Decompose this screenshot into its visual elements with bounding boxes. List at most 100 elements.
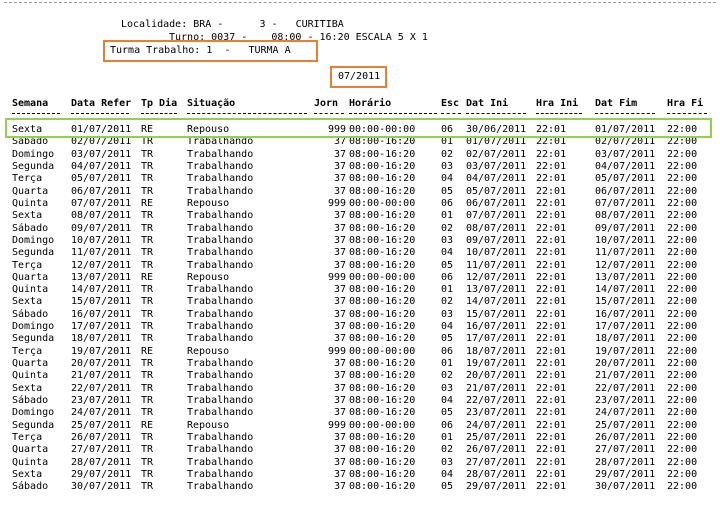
cell-hra-ini: 22:01 [536,160,567,172]
cell-semana: Sexta [12,296,43,308]
cell-hra-fim: 22:00 [667,296,698,308]
header-rule [536,113,582,114]
table-row[interactable]: Segunda 04/07/2011 TR Trabalhando 37 08:00-16… [0,161,720,172]
table-row[interactable]: Quinta 14/07/2011 TR Trabalhando 37 08:00-16:… [0,284,720,295]
cell-data-refer: 21/07/2011 [71,370,132,382]
cell-semana: Domingo [12,321,55,333]
cell-dat-fim: 15/07/2011 [595,296,656,308]
cell-tp-dia: TR [141,308,154,320]
cell-hra-fim: 22:00 [667,173,698,185]
cell-dat-fim: 07/07/2011 [595,197,656,209]
table-row[interactable]: Sábado 09/07/2011 TR Trabalhando 37 08:00-16:… [0,223,720,234]
cell-dat-fim: 28/07/2011 [595,456,656,468]
cell-tp-dia: TR [141,382,154,394]
cell-semana: Terça [12,173,43,185]
table-row[interactable]: Sexta 22/07/2011 TR Trabalhando 37 08:00-16:2… [0,383,720,394]
cell-data-refer: 25/07/2011 [71,419,132,431]
cell-situacao: Trabalhando [187,185,254,197]
table-row[interactable]: Segunda 18/07/2011 TR Trabalhando 37 08:00-16… [0,333,720,344]
cell-jorn: 37 [333,308,346,320]
cell-data-refer: 20/07/2011 [71,358,132,370]
cell-hra-fim: 22:00 [667,358,698,370]
cell-hra-ini: 22:01 [536,481,567,493]
cell-jorn: 37 [333,259,346,271]
table-row[interactable]: Sexta 15/07/2011 TR Trabalhando 37 08:00-16:2… [0,296,720,307]
table-row[interactable]: Domingo 17/07/2011 TR Trabalhando 37 08:00-16… [0,321,720,332]
table-row[interactable]: Quarta 27/07/2011 TR Trabalhando 37 08:00-16:… [0,444,720,455]
cell-dat-fim: 03/07/2011 [595,148,656,160]
table-row[interactable]: Quinta 21/07/2011 TR Trabalhando 37 08:00-16:… [0,370,720,381]
cell-hra-fim: 22:00 [667,222,698,234]
cell-hra-ini: 22:01 [536,271,567,283]
cell-esc: 02 [441,148,454,160]
cell-dat-ini: 29/07/2011 [466,481,527,493]
cell-dat-fim: 17/07/2011 [595,321,656,333]
cell-dat-ini: 22/07/2011 [466,395,527,407]
cell-hra-ini: 22:01 [536,197,567,209]
table-row[interactable]: Terça 05/07/2011 TR Trabalhando 37 08:00-16:2… [0,173,720,184]
header-rule [441,113,461,114]
table-row[interactable]: Sexta 08/07/2011 TR Trabalhando 37 08:00-16:2… [0,210,720,221]
table-row[interactable]: Terça 26/07/2011 TR Trabalhando 37 08:00-16:2… [0,432,720,443]
table-row[interactable]: Domingo 24/07/2011 TR Trabalhando 37 08:00-16… [0,407,720,418]
cell-horario: 00:00-00:00 [349,197,416,209]
cell-hra-ini: 22:01 [536,234,567,246]
cell-hra-fim: 22:00 [667,444,698,456]
cell-hra-ini: 22:01 [536,345,567,357]
selected-row-highlight [5,118,712,138]
cell-hra-ini: 22:01 [536,456,567,468]
cell-tp-dia: RE [141,271,154,283]
table-row[interactable]: Sábado 16/07/2011 TR Trabalhando 37 08:00-16:… [0,309,720,320]
cell-dat-ini: 08/07/2011 [466,222,527,234]
table-row[interactable]: Quinta 28/07/2011 TR Trabalhando 37 08:00-16:… [0,457,720,468]
cell-hra-fim: 22:00 [667,197,698,209]
table-row[interactable]: Sexta 29/07/2011 TR Trabalhando 37 08:00-16:2… [0,469,720,480]
table-row[interactable]: Domingo 10/07/2011 TR Trabalhando 37 08:00-16… [0,235,720,246]
cell-dat-fim: 13/07/2011 [595,271,656,283]
table-row[interactable]: Sábado 30/07/2011 TR Trabalhando 37 08:00-16:… [0,481,720,492]
cell-hra-ini: 22:01 [536,222,567,234]
cell-hra-fim: 22:00 [667,333,698,345]
cell-jorn: 37 [333,321,346,333]
cell-hra-fim: 22:00 [667,259,698,271]
cell-tp-dia: TR [141,370,154,382]
cell-esc: 03 [441,456,454,468]
cell-hra-fim: 22:00 [667,407,698,419]
table-row[interactable]: Sábado 23/07/2011 TR Trabalhando 37 08:00-16:… [0,395,720,406]
cell-horario: 08:00-16:20 [349,358,416,370]
cell-hra-fim: 22:00 [667,308,698,320]
table-row[interactable]: Segunda 25/07/2011 RE Repouso 999 00:00-00:00… [0,420,720,431]
cell-horario: 08:00-16:20 [349,308,416,320]
cell-semana: Quinta [12,284,49,296]
header-rule [187,113,307,114]
cell-semana: Quinta [12,456,49,468]
cell-jorn: 999 [327,271,346,283]
table-row[interactable]: Quarta 06/07/2011 TR Trabalhando 37 08:00-16:… [0,186,720,197]
table-row[interactable]: Terça 12/07/2011 TR Trabalhando 37 08:00-16:2… [0,260,720,271]
cell-data-refer: 04/07/2011 [71,160,132,172]
cell-tp-dia: TR [141,173,154,185]
cell-dat-ini: 25/07/2011 [466,432,527,443]
cell-semana: Sexta [12,210,43,222]
cell-data-refer: 10/07/2011 [71,234,132,246]
cell-jorn: 999 [327,197,346,209]
cell-dat-ini: 11/07/2011 [466,259,527,271]
cell-jorn: 37 [333,185,346,197]
cell-jorn: 37 [333,407,346,419]
table-row[interactable]: Quarta 20/07/2011 TR Trabalhando 37 08:00-16:… [0,358,720,369]
cell-situacao: Trabalhando [187,444,254,456]
cell-situacao: Repouso [187,419,230,431]
cell-jorn: 37 [333,395,346,407]
table-row[interactable]: Terça 19/07/2011 RE Repouso 999 00:00-00:00 06… [0,346,720,357]
cell-situacao: Trabalhando [187,382,254,394]
table-row[interactable]: Domingo 03/07/2011 TR Trabalhando 37 08:00-16… [0,149,720,160]
table-row[interactable]: Quinta 07/07/2011 RE Repouso 999 00:00-00:00 0… [0,198,720,209]
cell-horario: 08:00-16:20 [349,468,416,480]
cell-hra-fim: 22:00 [667,271,698,283]
cell-esc: 02 [441,370,454,382]
table-row[interactable]: Segunda 11/07/2011 TR Trabalhando 37 08:00-16… [0,247,720,258]
cell-data-refer: 16/07/2011 [71,308,132,320]
table-row[interactable]: Quarta 13/07/2011 RE Repouso 999 00:00-00:00 0… [0,272,720,283]
cell-data-refer: 18/07/2011 [71,333,132,345]
cell-dat-ini: 24/07/2011 [466,419,527,431]
